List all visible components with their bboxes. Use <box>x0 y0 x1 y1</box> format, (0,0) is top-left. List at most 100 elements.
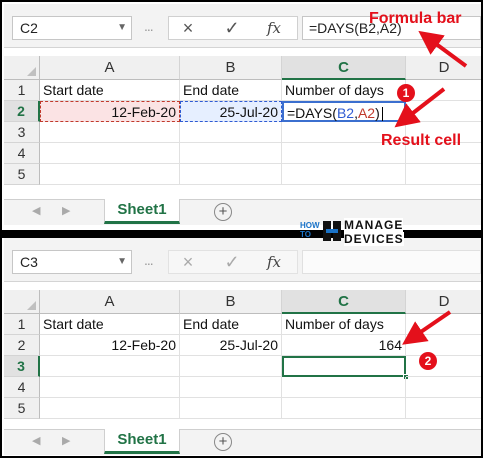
logo-mark-icon <box>323 221 341 241</box>
formula-ref-b2: B2 <box>336 105 355 121</box>
column-header-b[interactable]: B <box>180 290 282 314</box>
cell-c1[interactable]: Number of days <box>282 80 406 101</box>
cell-a2[interactable]: 12-Feb-20 <box>40 101 180 122</box>
cell-a3[interactable] <box>40 122 180 143</box>
row-header-1[interactable]: 1 <box>4 80 40 101</box>
cell-d2[interactable] <box>406 101 481 122</box>
cell-d5[interactable] <box>406 164 481 185</box>
step-badge-1: 1 <box>397 84 415 102</box>
name-box[interactable]: C3 ▼ <box>12 250 132 274</box>
drag-handle-icon[interactable]: ... <box>144 252 154 268</box>
row-header-5[interactable]: 5 <box>4 164 40 185</box>
cell-b4[interactable] <box>180 377 282 398</box>
nav-left-icon[interactable]: ◀ <box>32 204 40 217</box>
row-header-2[interactable]: 2 <box>4 101 40 122</box>
select-all-corner[interactable] <box>4 290 40 314</box>
formula-ref-a2: A2 <box>357 105 376 121</box>
chevron-down-icon[interactable]: ▼ <box>117 251 127 273</box>
sheet-tab-sheet1[interactable]: Sheet1 <box>104 429 180 454</box>
cell-d1[interactable] <box>406 314 481 335</box>
text-cursor <box>381 107 383 122</box>
cell-d5[interactable] <box>406 398 481 419</box>
insert-function-icon[interactable]: fx <box>259 251 289 273</box>
pane-divider <box>2 230 481 238</box>
formula-buttons: × ✓ fx <box>168 16 298 40</box>
cell-c5[interactable] <box>282 398 406 419</box>
formula-text-suffix: ) <box>375 105 380 121</box>
cell-b5[interactable] <box>180 164 282 185</box>
cell-b2[interactable]: 25-Jul-20 <box>180 335 282 356</box>
cell-a4[interactable] <box>40 143 180 164</box>
enter-icon[interactable]: ✓ <box>217 17 247 39</box>
cell-b5[interactable] <box>180 398 282 419</box>
formula-input[interactable] <box>302 250 481 274</box>
cell-a2[interactable]: 12-Feb-20 <box>40 335 180 356</box>
cell-c4[interactable] <box>282 377 406 398</box>
column-header-d[interactable]: D <box>406 56 481 80</box>
logo-how-to: HOW TO <box>300 221 320 239</box>
row-header-3[interactable]: 3 <box>4 122 40 143</box>
add-sheet-icon[interactable]: + <box>214 433 232 451</box>
cell-b2[interactable]: 25-Jul-20 <box>180 101 282 122</box>
cell-d2[interactable] <box>406 335 481 356</box>
column-header-c[interactable]: C <box>282 56 406 80</box>
chevron-down-icon[interactable]: ▼ <box>117 17 127 39</box>
cell-b1[interactable]: End date <box>180 314 282 335</box>
cell-c3-selected[interactable] <box>282 356 409 380</box>
add-sheet-icon[interactable]: + <box>214 203 232 221</box>
logo-line-how: HOW <box>300 221 320 230</box>
cancel-icon[interactable]: × <box>173 251 203 273</box>
column-header-a[interactable]: A <box>40 56 180 80</box>
cell-b3[interactable] <box>180 122 282 143</box>
name-box-value: C2 <box>20 20 38 36</box>
cell-a5[interactable] <box>40 398 180 419</box>
column-header-a[interactable]: A <box>40 290 180 314</box>
sheet-tab-bar: ◀ ▶ Sheet1 + <box>4 199 481 225</box>
cell-d4[interactable] <box>406 377 481 398</box>
cell-a4[interactable] <box>40 377 180 398</box>
formula-bar-row: C3 ▼ ... × ✓ fx <box>4 238 481 282</box>
how-to-manage-devices-logo: HOW TO MANAGE DEVICES <box>300 215 410 249</box>
column-header-b[interactable]: B <box>180 56 282 80</box>
cell-a1[interactable]: Start date <box>40 80 180 101</box>
drag-handle-icon[interactable]: ... <box>144 18 154 34</box>
row-header-3[interactable]: 3 <box>4 356 40 377</box>
cell-c1[interactable]: Number of days <box>282 314 406 335</box>
row-header-5[interactable]: 5 <box>4 398 40 419</box>
cell-b4[interactable] <box>180 143 282 164</box>
cell-c2-result[interactable]: 164 <box>282 335 406 356</box>
cancel-icon[interactable]: × <box>173 17 203 39</box>
cell-c2-editing[interactable]: =DAYS(B2,A2) <box>282 101 406 122</box>
nav-right-icon[interactable]: ▶ <box>62 204 70 217</box>
logo-manage: MANAGE <box>344 218 404 232</box>
column-header-d[interactable]: D <box>406 290 481 314</box>
logo-devices: DEVICES <box>344 232 404 246</box>
row-header-2[interactable]: 2 <box>4 335 40 356</box>
column-header-c[interactable]: C <box>282 290 406 314</box>
cell-c5[interactable] <box>282 164 406 185</box>
screenshot-frame: C2 ▼ ... × ✓ fx =DAYS(B2,A2) A B C D 1 2… <box>0 0 483 458</box>
row-header-4[interactable]: 4 <box>4 377 40 398</box>
formula-buttons: × ✓ fx <box>168 250 298 274</box>
cell-b3[interactable] <box>180 356 282 377</box>
excel-pane-result: C3 ▼ ... × ✓ fx A B C D 1 2 3 4 5 Start … <box>4 238 481 456</box>
cell-d1[interactable] <box>406 80 481 101</box>
select-all-corner[interactable] <box>4 56 40 80</box>
sheet-tab-sheet1[interactable]: Sheet1 <box>104 199 180 224</box>
cell-d3[interactable] <box>406 356 481 377</box>
enter-icon[interactable]: ✓ <box>217 251 247 273</box>
cell-b1[interactable]: End date <box>180 80 282 101</box>
formula-bar-annotation: Formula bar <box>369 10 462 27</box>
insert-function-icon[interactable]: fx <box>259 17 289 39</box>
cell-a5[interactable] <box>40 164 180 185</box>
nav-left-icon[interactable]: ◀ <box>32 434 40 447</box>
row-header-4[interactable]: 4 <box>4 143 40 164</box>
cell-a3[interactable] <box>40 356 180 377</box>
name-box[interactable]: C2 ▼ <box>12 16 132 40</box>
formula-text-prefix: =DAYS( <box>287 105 337 121</box>
row-header-1[interactable]: 1 <box>4 314 40 335</box>
logo-line-to: TO <box>300 230 311 239</box>
nav-right-icon[interactable]: ▶ <box>62 434 70 447</box>
sheet-tab-bar: ◀ ▶ Sheet1 + <box>4 429 481 455</box>
cell-a1[interactable]: Start date <box>40 314 180 335</box>
